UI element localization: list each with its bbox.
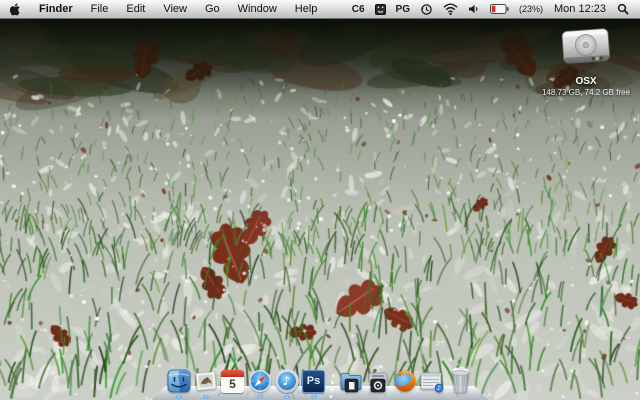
ical-red-header <box>221 370 244 377</box>
ical-icon: 5 <box>221 370 244 393</box>
menu-finder[interactable]: Finder <box>30 0 82 18</box>
running-indicator <box>310 395 317 399</box>
status-text-right[interactable]: PG <box>396 0 410 18</box>
apple-menu[interactable] <box>0 0 30 18</box>
menu-clock[interactable]: Mon 12:23 <box>554 0 606 18</box>
dock-icons: 5 ♪ Ps ♪ <box>165 354 475 400</box>
dock-item-documents-stack[interactable] <box>337 353 364 400</box>
running-indicator <box>256 395 263 399</box>
dock-item-mail[interactable] <box>192 353 219 400</box>
input-menu-icon[interactable] <box>374 0 386 18</box>
battery-percent: (23%) <box>519 4 544 14</box>
battery-icon[interactable] <box>490 0 509 18</box>
running-indicator <box>283 395 290 399</box>
trash-full-icon <box>451 366 469 393</box>
dock-item-itunes[interactable]: ♪ <box>273 353 300 400</box>
dock-item-downloads-stack[interactable] <box>364 353 391 400</box>
firefox-icon <box>394 370 416 392</box>
spotlight-icon[interactable] <box>617 0 629 18</box>
volume-icon[interactable] <box>468 0 480 18</box>
menu-go[interactable]: Go <box>196 0 229 18</box>
status-text-left[interactable]: C6 <box>352 0 365 18</box>
music-note-glyph: ♪ <box>277 372 296 390</box>
menu-edit[interactable]: Edit <box>117 0 154 18</box>
svg-text:♪: ♪ <box>437 385 441 392</box>
menu-bar: Finder File Edit View Go Window Help C6 … <box>0 0 640 19</box>
itunes-icon: ♪ <box>274 369 299 393</box>
menu-file[interactable]: File <box>82 0 118 18</box>
volume-info: 148.73 GB, 74.2 GB free <box>541 88 631 97</box>
wifi-icon[interactable] <box>443 0 458 18</box>
menu-bar-left: Finder File Edit View Go Window Help <box>0 0 326 18</box>
dock-item-safari[interactable] <box>246 353 273 400</box>
running-indicator <box>175 395 182 399</box>
dock-item-minimized-window[interactable]: ♪ <box>418 353 445 400</box>
menu-view[interactable]: View <box>154 0 196 18</box>
hard-drive-icon <box>561 28 610 64</box>
minimized-window-icon: ♪ <box>420 372 444 393</box>
volume-name: OSX <box>575 76 597 87</box>
mail-stamp-icon <box>194 371 217 391</box>
menu-bar-status: C6 PG (23%) Mon 12:23 <box>347 0 640 18</box>
ical-date: 5 <box>229 377 236 391</box>
menu-window[interactable]: Window <box>229 0 286 18</box>
running-indicator <box>202 395 209 399</box>
dock-item-ical[interactable]: 5 <box>219 353 246 400</box>
dock: 5 ♪ Ps ♪ <box>0 354 640 400</box>
dock-separator <box>327 360 337 400</box>
dock-item-photoshop[interactable]: Ps <box>300 353 327 400</box>
photoshop-icon: Ps <box>302 370 325 393</box>
dock-item-finder[interactable] <box>165 353 192 400</box>
desktop-volume-osx[interactable]: OSX 148.73 GB, 74.2 GB free <box>540 26 632 97</box>
time-machine-icon[interactable] <box>420 0 433 18</box>
documents-stack-icon <box>340 373 361 393</box>
downloads-stack-icon <box>368 372 387 393</box>
finder-icon <box>167 369 190 393</box>
dock-item-firefox[interactable] <box>391 353 418 400</box>
dock-item-trash[interactable] <box>445 353 475 400</box>
menu-help[interactable]: Help <box>286 0 327 18</box>
apple-icon <box>10 2 20 15</box>
safari-icon <box>248 370 271 392</box>
